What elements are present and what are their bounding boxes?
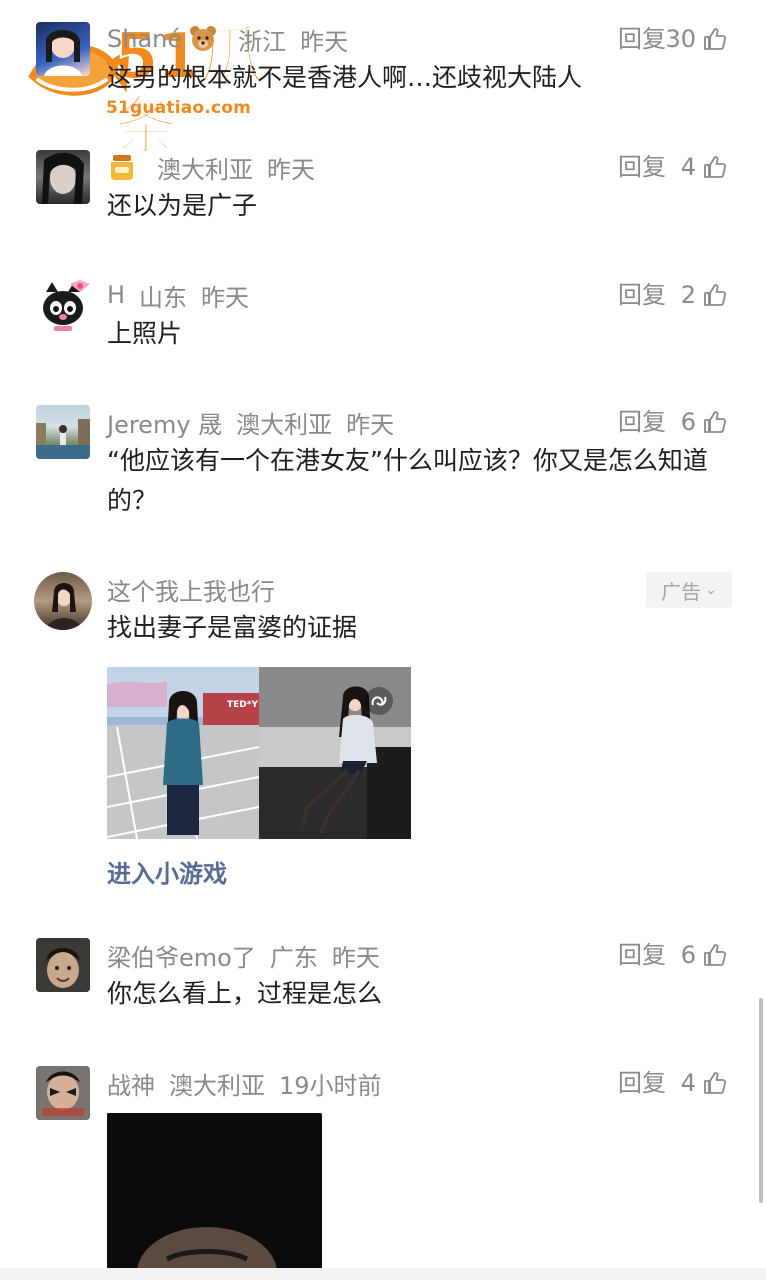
- comment-meta: Shané 浙江 昨天: [107, 22, 348, 56]
- avatar[interactable]: [36, 278, 90, 332]
- timestamp: 昨天: [331, 943, 380, 972]
- username[interactable]: Jeremy 晟: [107, 405, 222, 440]
- comment-meta: 澳大利亚 昨天: [107, 150, 315, 184]
- thumbs-up-icon: [704, 284, 727, 306]
- bottom-divider: [0, 1268, 766, 1280]
- thumbs-up-icon: [704, 411, 727, 433]
- timestamp: 昨天: [267, 155, 315, 184]
- like-count: 6: [680, 941, 696, 969]
- comment-text: 找出妻子是富婆的证据: [107, 613, 358, 642]
- photo-thumbnail: [107, 1113, 322, 1269]
- comment-meta: 战神 澳大利亚 19小时前: [107, 1066, 382, 1100]
- thumbs-up-icon: [704, 28, 727, 50]
- comment-text: “他应该有一个在港女友”什么叫应该？你又是怎么知道的？: [107, 446, 708, 515]
- like-button[interactable]: 4: [681, 1066, 728, 1100]
- comment-text: 这男的根本就不是香港人啊…还歧视大陆人: [107, 63, 583, 92]
- avatar[interactable]: [36, 938, 90, 992]
- ad-image[interactable]: TED*Y: [107, 667, 411, 839]
- region: 广东: [269, 943, 318, 972]
- scrollbar[interactable]: [759, 998, 763, 1203]
- username[interactable]: H: [107, 281, 125, 309]
- avatar[interactable]: [36, 405, 90, 459]
- comment-photo[interactable]: [107, 1113, 322, 1269]
- reply-button[interactable]: 回复: [618, 150, 666, 184]
- like-button[interactable]: 30: [665, 22, 728, 56]
- username[interactable]: 梁伯爷emo了: [107, 938, 256, 973]
- like-count: 30: [665, 25, 696, 53]
- like-button[interactable]: 4: [681, 150, 728, 184]
- avatar[interactable]: [36, 22, 90, 76]
- reply-button[interactable]: 回复: [618, 22, 666, 56]
- like-button[interactable]: 2: [681, 278, 728, 312]
- avatar[interactable]: [36, 150, 90, 204]
- timestamp: 昨天: [201, 283, 250, 312]
- thumbs-up-icon: [704, 1072, 727, 1094]
- region: 澳大利亚: [169, 1071, 265, 1100]
- avatar[interactable]: [36, 1066, 90, 1120]
- comment-text: 上照片: [107, 319, 183, 348]
- ad-badge-label: 广告: [661, 579, 702, 604]
- honey-jar-emoji-icon: [111, 155, 133, 180]
- comment-text: 你怎么看上，过程是怎么: [107, 979, 383, 1008]
- like-count: 2: [680, 281, 696, 309]
- region: 山东: [139, 283, 188, 312]
- bear-emoji-icon: [190, 26, 217, 51]
- reply-button[interactable]: 回复: [618, 405, 666, 439]
- watermark-site: 51guatiao.com: [106, 98, 252, 118]
- ad-photo-collage: TED*Y: [107, 667, 411, 839]
- thumbs-up-icon: [704, 944, 727, 966]
- avatar[interactable]: [34, 572, 92, 630]
- region: 澳大利亚: [157, 155, 253, 184]
- username[interactable]: 战神: [107, 1066, 155, 1101]
- like-count: 4: [680, 153, 696, 181]
- like-button[interactable]: 6: [681, 405, 728, 439]
- timestamp: 昨天: [300, 27, 349, 56]
- reply-button[interactable]: 回复: [618, 938, 666, 972]
- comment-meta: 这个我上我也行: [107, 572, 275, 606]
- timestamp: 19小时前: [279, 1071, 382, 1100]
- like-button[interactable]: 6: [681, 938, 728, 972]
- thumbs-up-icon: [704, 156, 727, 178]
- reply-button[interactable]: 回复: [618, 278, 666, 312]
- reply-button[interactable]: 回复: [618, 1066, 666, 1100]
- comment-meta: H 山东 昨天: [107, 278, 249, 312]
- timestamp: 昨天: [346, 410, 395, 439]
- ad-badge-button[interactable]: 广告 ⌄: [646, 572, 732, 608]
- chevron-down-icon: ⌄: [705, 582, 717, 598]
- enter-mini-game-link[interactable]: 进入小游戏: [107, 854, 227, 889]
- comment-meta: Jeremy 晟 澳大利亚 昨天: [107, 405, 394, 439]
- region: 澳大利亚: [236, 410, 333, 439]
- username[interactable]: Shané: [107, 25, 182, 53]
- comment-text: 还以为是广子: [107, 191, 258, 220]
- comment-meta: 梁伯爷emo了 广东 昨天: [107, 938, 380, 972]
- username[interactable]: 这个我上我也行: [107, 572, 275, 607]
- like-count: 4: [680, 1069, 696, 1097]
- ad-image-sign: TED*Y: [227, 700, 258, 710]
- like-count: 6: [680, 408, 696, 436]
- region: 浙江: [238, 27, 287, 56]
